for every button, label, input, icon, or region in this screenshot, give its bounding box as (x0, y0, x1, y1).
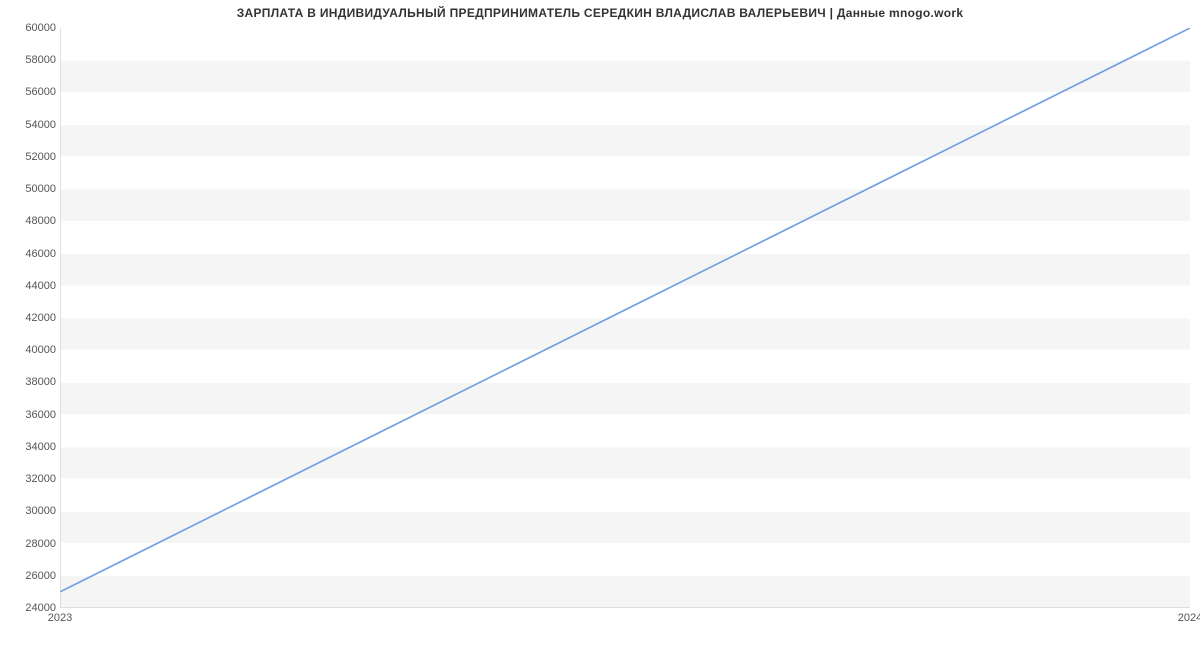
y-tick-label: 26000 (6, 570, 56, 582)
y-tick-label: 48000 (6, 215, 56, 227)
plot-area (60, 28, 1190, 608)
chart-svg (60, 28, 1190, 608)
y-tick-label: 54000 (6, 119, 56, 131)
y-tick-label: 52000 (6, 151, 56, 163)
chart-title: ЗАРПЛАТА В ИНДИВИДУАЛЬНЫЙ ПРЕДПРИНИМАТЕЛ… (0, 6, 1200, 20)
y-tick-label: 46000 (6, 248, 56, 260)
y-tick-label: 44000 (6, 280, 56, 292)
y-tick-label: 30000 (6, 505, 56, 517)
chart-container: ЗАРПЛАТА В ИНДИВИДУАЛЬНЫЙ ПРЕДПРИНИМАТЕЛ… (0, 0, 1200, 650)
y-tick-label: 60000 (6, 22, 56, 34)
y-tick-label: 40000 (6, 344, 56, 356)
y-tick-label: 36000 (6, 409, 56, 421)
x-tick-label: 2023 (48, 612, 72, 624)
y-tick-label: 56000 (6, 86, 56, 98)
y-tick-label: 32000 (6, 473, 56, 485)
x-tick-label: 2024 (1178, 612, 1200, 624)
y-tick-label: 58000 (6, 54, 56, 66)
y-tick-label: 42000 (6, 312, 56, 324)
y-tick-label: 28000 (6, 538, 56, 550)
y-tick-label: 34000 (6, 441, 56, 453)
y-tick-label: 38000 (6, 376, 56, 388)
y-tick-label: 50000 (6, 183, 56, 195)
